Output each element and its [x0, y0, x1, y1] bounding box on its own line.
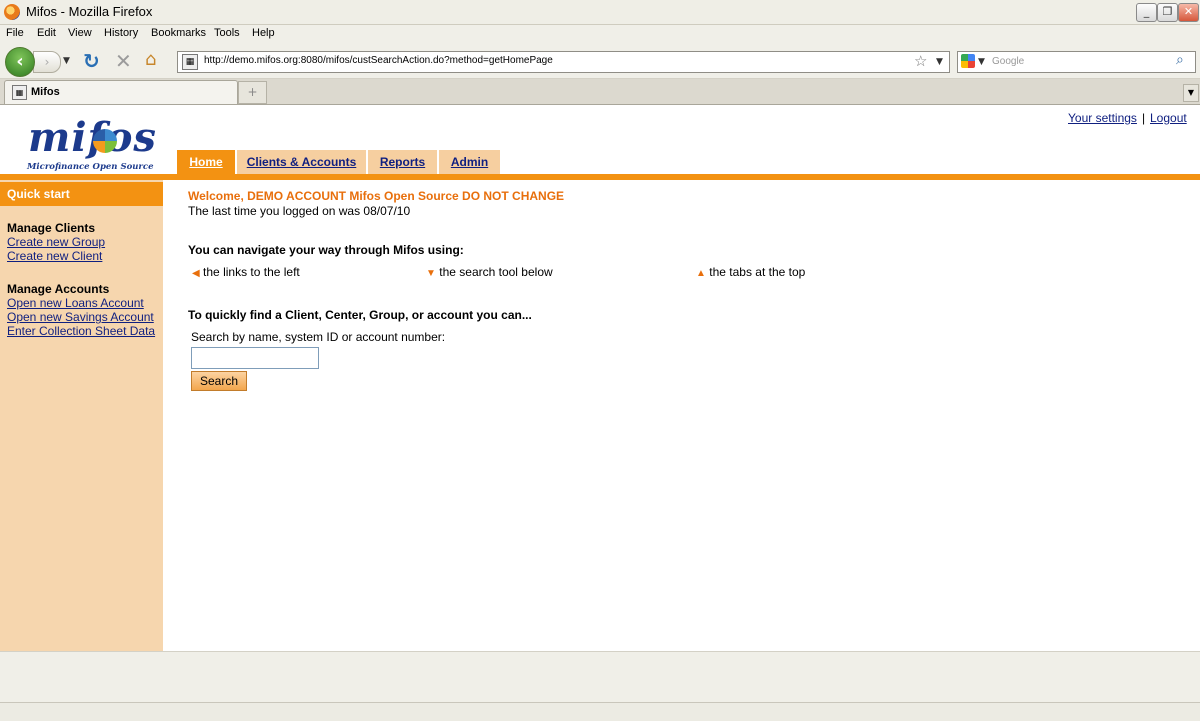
search-engine-box[interactable]: ▼ Google ⌕ — [957, 51, 1196, 73]
top-links-separator: | — [1142, 111, 1146, 125]
stop-icon[interactable]: ✕ — [115, 49, 132, 73]
last-login-text: The last time you logged on was 08/07/10 — [188, 204, 411, 218]
search-label: Search by name, system ID or account num… — [191, 330, 446, 344]
tab-home[interactable]: Home — [177, 150, 235, 174]
browser-tab[interactable]: ▦ Mifos — [4, 80, 238, 104]
page-bottom-area — [0, 651, 1200, 702]
arrow-left-icon: ◀ — [192, 268, 200, 279]
arrow-down-icon: ▼ — [426, 268, 436, 279]
tab-clients-accounts[interactable]: Clients & Accounts — [237, 150, 366, 174]
manage-accounts-heading: Manage Accounts — [7, 282, 110, 296]
logo-tagline: Microfinance Open Source — [27, 162, 154, 172]
navigate-heading: You can navigate your way through Mifos … — [188, 243, 464, 257]
google-icon[interactable] — [961, 54, 975, 68]
hint-search-below: ▼ the search tool below — [426, 265, 553, 279]
tab-favicon: ▦ — [12, 85, 27, 100]
tab-reports[interactable]: Reports — [368, 150, 437, 174]
manage-clients-heading: Manage Clients — [7, 221, 96, 235]
client-search-input[interactable] — [191, 347, 319, 369]
quick-find-heading: To quickly find a Client, Center, Group,… — [188, 308, 532, 322]
create-new-client-link[interactable]: Create new Client — [7, 249, 102, 263]
enter-collection-sheet-data-link[interactable]: Enter Collection Sheet Data — [7, 324, 155, 338]
welcome-message: Welcome, DEMO ACCOUNT Mifos Open Source … — [188, 189, 565, 203]
arrow-up-icon: ▲ — [696, 268, 706, 279]
open-new-savings-account-link[interactable]: Open new Savings Account — [7, 310, 154, 324]
tab-title: Mifos — [31, 86, 60, 98]
menu-edit[interactable]: Edit — [37, 27, 56, 39]
menu-file[interactable]: File — [6, 27, 24, 39]
logo-globe-icon — [93, 129, 117, 153]
url-bar[interactable]: ▦ http://demo.mifos.org:8080/mifos/custS… — [177, 51, 950, 73]
reload-icon[interactable]: ↻ — [83, 49, 100, 73]
hint-tabs-top: ▲ the tabs at the top — [696, 265, 806, 279]
minimize-button[interactable]: _ — [1136, 3, 1157, 22]
tab-admin[interactable]: Admin — [439, 150, 500, 174]
search-button[interactable]: Search — [191, 371, 247, 391]
forward-button[interactable]: › — [33, 51, 61, 73]
restore-button[interactable]: ❐ — [1157, 3, 1178, 22]
window-title: Mifos - Mozilla Firefox — [26, 4, 153, 19]
create-new-group-link[interactable]: Create new Group — [7, 235, 105, 249]
page-favicon: ▦ — [182, 54, 198, 70]
url-text[interactable]: http://demo.mifos.org:8080/mifos/custSea… — [204, 55, 553, 66]
menu-view[interactable]: View — [68, 27, 92, 39]
hint-links-left: ◀ the links to the left — [192, 265, 300, 279]
magnifier-icon[interactable]: ⌕ — [1176, 52, 1184, 68]
new-tab-button[interactable]: + — [238, 81, 267, 104]
menu-bookmarks[interactable]: Bookmarks — [151, 27, 206, 39]
status-bar — [0, 702, 1200, 721]
close-window-button[interactable]: ✕ — [1178, 3, 1199, 22]
logout-link[interactable]: Logout — [1150, 111, 1187, 125]
search-engine-dropdown-icon[interactable]: ▼ — [978, 57, 985, 67]
your-settings-link[interactable]: Your settings — [1068, 111, 1137, 125]
window-titlebar: Mifos - Mozilla Firefox _ ❐ ✕ — [0, 0, 1200, 25]
menu-help[interactable]: Help — [252, 27, 275, 39]
url-dropdown-icon[interactable]: ▼ — [936, 57, 943, 67]
back-button[interactable]: ‹ — [5, 47, 35, 77]
open-new-loans-account-link[interactable]: Open new Loans Account — [7, 296, 144, 310]
menu-bar: File Edit View History Bookmarks Tools H… — [0, 25, 1200, 44]
tab-list-dropdown-icon[interactable]: ▼ — [1183, 84, 1199, 102]
bookmark-star-icon[interactable]: ☆ — [914, 52, 927, 70]
header-divider — [0, 174, 1200, 180]
home-icon[interactable]: ⌂ — [145, 49, 156, 70]
firefox-icon — [4, 4, 20, 20]
menu-history[interactable]: History — [104, 27, 138, 39]
search-engine-placeholder: Google — [992, 56, 1025, 67]
quick-start-header: Quick start — [0, 182, 163, 206]
menu-tools[interactable]: Tools — [214, 27, 240, 39]
history-dropdown-icon[interactable]: ▼ — [63, 56, 70, 66]
